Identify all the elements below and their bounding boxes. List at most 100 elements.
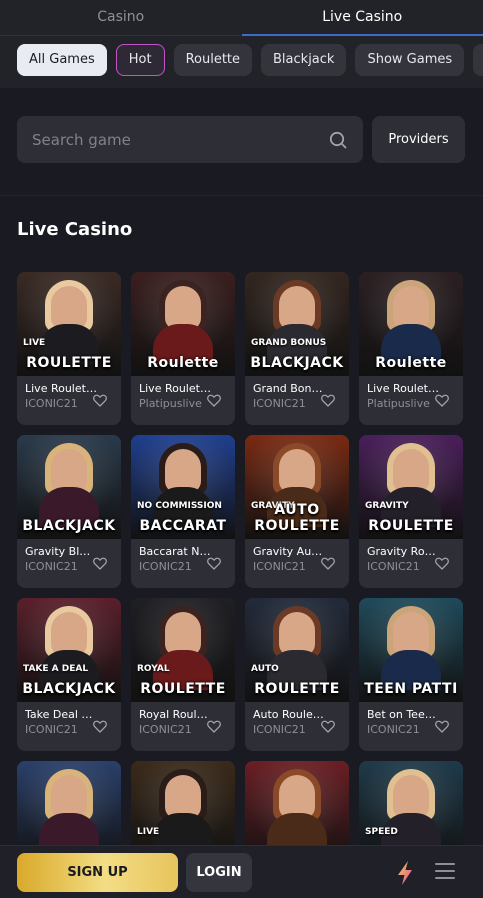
game-thumb-title: ROULETTE — [368, 518, 454, 534]
game-thumb-title: Roulette — [375, 355, 447, 371]
game-thumbnail[interactable]: GRAND BONUS BLACKJACK — [245, 272, 349, 376]
game-info: Gravity Blackjack ICONIC21 — [25, 545, 97, 575]
game-name: Gravity Blackjack — [25, 545, 97, 558]
favorite-heart-icon[interactable] — [435, 557, 449, 570]
favorite-heart-icon[interactable] — [321, 720, 335, 733]
game-provider: ICONIC21 — [139, 723, 192, 736]
game-info: Live Roulette VIP European Platipuslive — [367, 382, 439, 412]
providers-button[interactable]: Providers — [372, 116, 465, 163]
game-card[interactable]: LIVE ROULETTE Live Roulette ICONIC21 — [17, 272, 121, 425]
favorite-heart-icon[interactable] — [207, 557, 221, 570]
game-thumbnail[interactable]: TEEN PATTI — [359, 598, 463, 702]
category-chip-blackjack[interactable]: Blackjack — [261, 44, 347, 76]
game-thumb-title: BACCARAT — [139, 518, 227, 534]
game-thumb-badge: NO COMMISSION — [137, 501, 222, 511]
favorite-heart-icon[interactable] — [93, 557, 107, 570]
game-thumb-badge: SPEED — [365, 827, 398, 837]
game-thumbnail[interactable]: GRAVITY AUTO ROULETTE — [245, 435, 349, 539]
search-box — [17, 116, 363, 163]
game-card[interactable]: ROYAL ROULETTE Royal Roulette ICONIC21 — [131, 598, 235, 751]
game-info: Grand Bonus Blackjack ICONIC21 — [253, 382, 325, 412]
game-card[interactable]: TAKE A DEAL BLACKJACK Take Deal or Risk Bl… — [17, 598, 121, 751]
game-card[interactable]: Roulette Live Roulette VIP European Platip… — [359, 272, 463, 425]
category-chip-all-games[interactable]: All Games — [17, 44, 107, 76]
game-card[interactable]: GRAVITYAUTO ROULETTE Gravity Auto Roulett… — [245, 435, 349, 588]
game-thumbnail[interactable]: BLACKJACK — [17, 435, 121, 539]
search-input[interactable] — [32, 116, 322, 163]
game-thumbnail[interactable]: NO COMMISSION BACCARAT — [131, 435, 235, 539]
lightning-bolt-icon[interactable] — [395, 860, 415, 886]
favorite-heart-icon[interactable] — [435, 720, 449, 733]
game-card[interactable]: TEEN PATTI Bet on Teen Patti ICONIC21 — [359, 598, 463, 751]
game-thumb-badge: GRAND BONUS — [251, 338, 327, 348]
tab-live-casino[interactable]: Live Casino — [241, 0, 483, 36]
game-info: Royal Roulette ICONIC21 — [139, 708, 211, 738]
category-chip-show-games[interactable]: Show Games — [355, 44, 465, 76]
game-thumb-badge: LIVE — [137, 827, 160, 837]
login-button[interactable]: LOGIN — [186, 853, 252, 892]
game-thumb-title: ROULETTE — [140, 681, 226, 697]
game-thumbnail[interactable]: ROYAL ROULETTE — [131, 598, 235, 702]
favorite-heart-icon[interactable] — [93, 394, 107, 407]
game-thumb-title: BLACKJACK — [250, 355, 344, 371]
game-provider: ICONIC21 — [367, 723, 420, 736]
game-card[interactable]: Roulette Live Roulette European Platipusli… — [131, 272, 235, 425]
game-name: Gravity Roulette — [367, 545, 439, 558]
game-name: Live Roulette VIP European — [367, 382, 439, 395]
game-thumb-title: Roulette — [147, 355, 219, 371]
favorite-heart-icon[interactable] — [435, 394, 449, 407]
live-casino-page: Casino Live Casino All Games Hot Roulett… — [0, 0, 483, 898]
game-name: Live Roulette — [25, 382, 97, 395]
game-provider: ICONIC21 — [367, 560, 420, 573]
favorite-heart-icon[interactable] — [321, 394, 335, 407]
game-name: Royal Roulette — [139, 708, 211, 721]
game-thumb-title: TEEN PATTI — [364, 681, 458, 697]
game-thumb-badge: ROYAL — [137, 664, 170, 674]
section-title: Live Casino — [17, 219, 133, 240]
game-name: Gravity Auto Roulette — [253, 545, 325, 558]
game-thumb-title: BLACKJACK — [22, 518, 116, 534]
favorite-heart-icon[interactable] — [93, 720, 107, 733]
game-thumbnail[interactable]: Roulette — [359, 272, 463, 376]
game-info: Live Roulette ICONIC21 — [25, 382, 97, 412]
game-name: Grand Bonus Blackjack — [253, 382, 325, 395]
favorite-heart-icon[interactable] — [207, 720, 221, 733]
casino-tabs: Casino Live Casino — [0, 0, 483, 36]
game-thumb-badge: TAKE A DEAL — [23, 664, 89, 674]
game-thumb-title: ROULETTE — [26, 355, 112, 371]
tab-casino[interactable]: Casino — [0, 0, 242, 36]
favorite-heart-icon[interactable] — [321, 557, 335, 570]
search-icon[interactable] — [329, 131, 347, 149]
game-info: Bet on Teen Patti ICONIC21 — [367, 708, 439, 738]
game-card[interactable]: BLACKJACK Gravity Blackjack ICONIC21 — [17, 435, 121, 588]
bottom-action-bar: SIGN UP LOGIN — [0, 845, 483, 898]
category-chip-partial[interactable]: B — [473, 44, 483, 76]
game-thumbnail[interactable]: GRAVITY ROULETTE — [359, 435, 463, 539]
game-card[interactable]: GRAVITY ROULETTE Gravity Roulette ICONIC21 — [359, 435, 463, 588]
game-card[interactable]: GRAND BONUS BLACKJACK Grand Bonus Blackjac… — [245, 272, 349, 425]
game-provider: ICONIC21 — [25, 560, 78, 573]
favorite-heart-icon[interactable] — [207, 394, 221, 407]
game-thumb-title: AUTO ROULETTE — [254, 502, 340, 534]
game-provider: ICONIC21 — [253, 397, 306, 410]
game-thumbnail[interactable]: TAKE A DEAL BLACKJACK — [17, 598, 121, 702]
game-thumbnail[interactable]: AUTO ROULETTE — [245, 598, 349, 702]
sign-up-button[interactable]: SIGN UP — [17, 853, 178, 892]
category-chip-hot[interactable]: Hot — [115, 44, 165, 76]
game-name: Auto Roulette — [253, 708, 325, 721]
game-thumb-title: ROULETTE — [254, 681, 340, 697]
game-info: Gravity Roulette ICONIC21 — [367, 545, 439, 575]
category-chip-roulette[interactable]: Roulette — [173, 44, 253, 76]
game-info: Auto Roulette ICONIC21 — [253, 708, 325, 738]
game-thumb-badge: LIVE — [23, 338, 46, 348]
game-info: Baccarat No Commission ICONIC21 — [139, 545, 211, 575]
game-card[interactable]: NO COMMISSION BACCARAT Baccarat No Commiss… — [131, 435, 235, 588]
hamburger-menu-icon[interactable] — [435, 863, 455, 881]
game-thumbnail[interactable]: Roulette — [131, 272, 235, 376]
category-filter-bar: All Games Hot Roulette Blackjack Show Ga… — [0, 36, 483, 88]
game-thumb-badge: GRAVITY — [365, 501, 409, 511]
game-name: Take Deal or Risk Blackjack — [25, 708, 97, 721]
game-thumbnail[interactable]: LIVE ROULETTE — [17, 272, 121, 376]
game-thumb-badge: AUTO — [251, 664, 279, 674]
game-card[interactable]: AUTO ROULETTE Auto Roulette ICONIC21 — [245, 598, 349, 751]
